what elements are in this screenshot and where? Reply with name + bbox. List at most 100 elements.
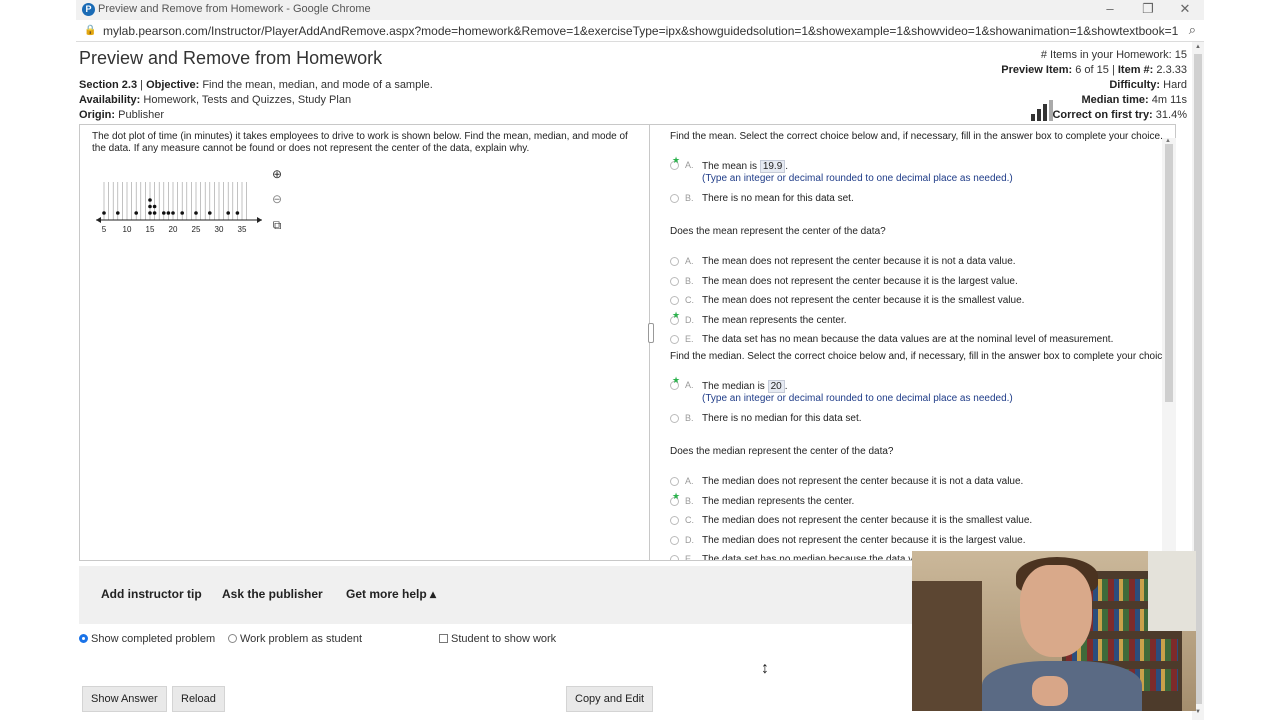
option-letter: C. [685,515,694,525]
axis-tick-label: 20 [169,225,178,234]
option-text: The median represents the center. [702,495,855,507]
option-letter: E. [685,334,694,344]
mean-prompt: Find the mean. Select the correct choice… [670,131,1163,142]
copy-and-edit-button[interactable]: Copy and Edit [566,686,654,712]
radio-button[interactable] [670,516,679,525]
median-time-label: Median time: [1081,94,1149,106]
median-center-prompt: Does the median represent the center of … [670,446,894,457]
option-text: The median does not represent the center… [702,534,1026,546]
scroll-up-icon[interactable]: ▲ [1195,44,1201,50]
preview-item-line: Preview Item: 6 of 15 | Item #: 2.3.33 [1001,64,1187,76]
work-as-student-option[interactable]: Work problem as student [228,633,362,645]
data-dot [194,211,198,215]
option-letter: B. [685,495,694,506]
difficulty-line: Difficulty: Hard [1109,79,1187,91]
correct-star-icon: ★ [672,375,681,385]
answer-pane-scrollbar[interactable]: ▲ [1162,138,1176,558]
zoom-icon[interactable]: ⌕ [1189,22,1196,38]
difficulty-bars-icon [1031,100,1053,121]
radio-button[interactable] [670,194,679,203]
option-text: The data set has no median because the d… [702,554,919,561]
axis-tick-label: 5 [102,225,107,234]
pane-splitter-handle[interactable] [648,323,654,343]
option-text: The data set has no mean because the dat… [702,334,1114,345]
mean-option-a-text: The mean is [702,161,758,172]
ask-publisher-link[interactable]: Ask the publisher [222,587,323,601]
data-dot [152,211,157,215]
lock-icon: 🔒 [84,25,97,36]
dot-plot: 5 10 15 20 25 30 35 [96,182,262,234]
close-icon[interactable]: ✕ [1175,1,1195,17]
scrollbar-thumb[interactable] [1165,144,1173,402]
axis-tick-label: 30 [215,225,224,234]
section-objective-line: Section 2.3 | Objective: Find the mean, … [79,79,433,91]
radio-button[interactable] [670,477,679,486]
preview-item-label: Preview Item: [1001,64,1073,76]
data-dot [148,204,152,209]
axis-right-arrow [257,217,262,223]
option-text: The median does not represent the center… [702,515,1033,526]
correct-star-icon: ★ [672,490,681,501]
data-dot [148,198,152,202]
median-answer-box[interactable]: 20 [767,380,785,393]
option-text: The mean represents the center. [702,314,847,326]
radio-button[interactable] [670,335,679,344]
address-bar[interactable]: 🔒 mylab.pearson.com/Instructor/PlayerAdd… [76,20,1204,42]
radio-button[interactable] [670,535,679,545]
student-show-work-option[interactable]: Student to show work [439,633,556,645]
data-dot [162,211,166,215]
data-dot [235,211,240,215]
radio-button[interactable] [228,634,237,643]
zoom-out-icon[interactable]: ⊖ [268,190,286,208]
pearson-favicon-icon: P [82,3,95,16]
question-text: The dot plot of time (in minutes) it tak… [92,131,628,154]
option-letter: D. [685,314,694,325]
radio-button[interactable] [670,257,679,266]
section-label: Section 2.3 [79,79,138,91]
add-instructor-tip-link[interactable]: Add instructor tip [101,587,202,601]
zoom-in-icon[interactable]: ⊕ [268,165,286,183]
data-dot [226,211,230,215]
correct-first-try-value: 31.4% [1155,109,1187,121]
show-completed-option[interactable]: Show completed problem [79,633,215,645]
option-letter: A. [685,476,694,486]
axis-tick-label: 15 [146,225,155,234]
radio-button[interactable] [670,296,679,305]
option-text: The mean does not represent the center b… [702,295,1025,306]
median-time-value: 4m 11s [1151,94,1187,106]
median-prompt: Find the median. Select the correct choi… [670,351,1171,362]
url-text[interactable]: mylab.pearson.com/Instructor/PlayerAddAn… [103,24,1178,38]
radio-button[interactable] [670,555,679,560]
radio-button[interactable] [670,276,679,286]
popout-icon[interactable]: ⧉ [268,216,286,234]
median-option-a-text: The median is [702,381,765,392]
objective-value: Find the mean, median, and mode of a sam… [202,79,433,91]
mean-answer-box[interactable]: 19.9 [759,160,786,173]
item-number-label: Item #: [1117,64,1154,76]
resize-cursor-icon: ↕ [761,660,769,677]
restore-icon[interactable]: ❐ [1138,1,1158,17]
correct-first-try-line: Correct on first try: 31.4% [1052,109,1187,121]
radio-button[interactable] [79,634,88,643]
mean-option-b-text: There is no mean for this data set. [702,193,854,204]
data-dot [148,211,152,215]
checkbox[interactable] [439,634,448,643]
availability-value: Homework, Tests and Quizzes, Study Plan [143,94,352,106]
minimize-icon[interactable]: – [1100,1,1120,16]
browser-title-bar: P Preview and Remove from Homework - Goo… [76,0,1204,20]
option-letter: B. [685,275,694,286]
item-number-value: 2.3.33 [1156,64,1187,76]
get-more-help-link[interactable]: Get more help ▴ [346,587,436,601]
question-pane: The dot plot of time (in minutes) it tak… [80,125,654,560]
answer-pane: Find the mean. Select the correct choice… [656,125,1175,561]
show-answer-button[interactable]: Show Answer [82,686,167,712]
median-hint: (Type an integer or decimal rounded to o… [702,393,1013,404]
axis-tick-label: 35 [238,225,247,234]
data-dot [102,211,106,215]
data-dot [171,211,175,215]
reload-button[interactable]: Reload [172,686,225,712]
radio-button[interactable] [670,414,679,423]
origin-value: Publisher [118,109,164,121]
option-letter: D. [685,534,694,545]
mean-center-prompt: Does the mean represent the center of th… [670,226,886,237]
